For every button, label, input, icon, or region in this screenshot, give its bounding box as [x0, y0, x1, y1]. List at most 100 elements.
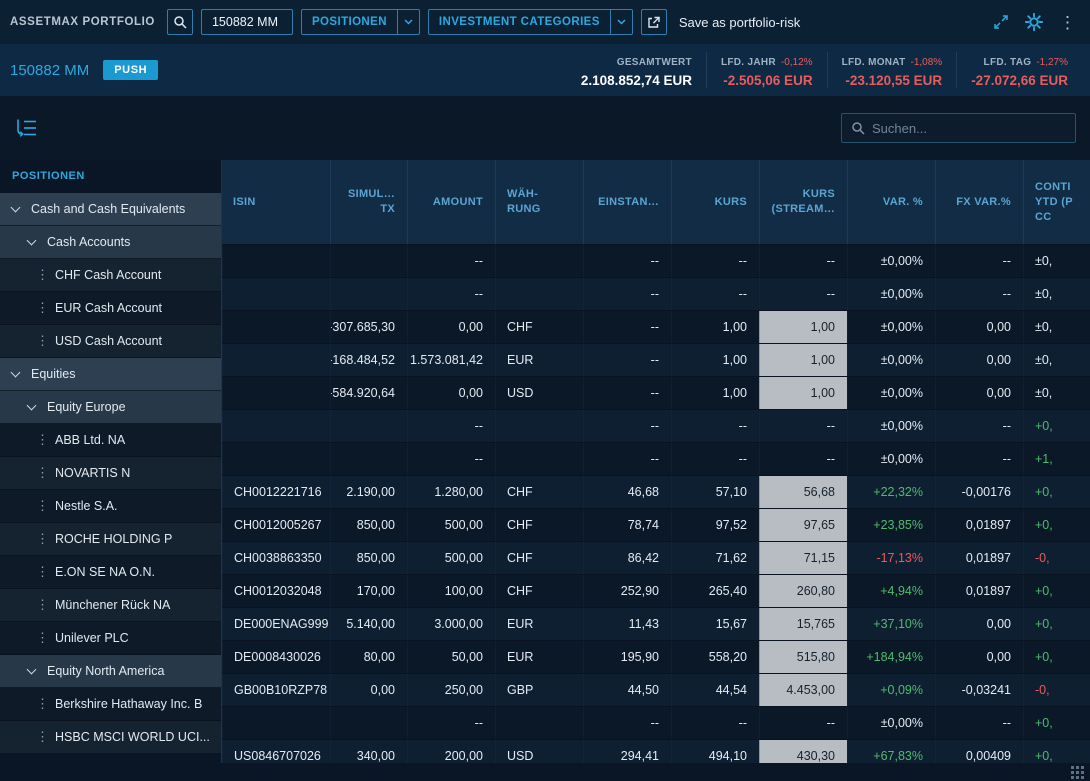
tree-group[interactable]: Equity Europe — [0, 391, 221, 424]
search-input[interactable] — [872, 121, 1066, 136]
cell-einstand: -- — [583, 410, 671, 442]
tree-item[interactable]: ⋮EUR Cash Account — [0, 292, 221, 325]
tree-item[interactable]: ⋮Nestle S.A. — [0, 490, 221, 523]
expand-button[interactable] — [993, 14, 1009, 30]
kebab-icon[interactable]: ⋮ — [36, 564, 43, 580]
column-header-einstand[interactable]: EINSTAN… — [583, 160, 671, 244]
column-header-var[interactable]: VAR. % — [847, 160, 935, 244]
tree-group[interactable]: Equities — [0, 358, 221, 391]
chevron-down-icon[interactable] — [27, 235, 37, 245]
tree-group[interactable]: Cash Accounts — [0, 226, 221, 259]
table-row[interactable]: DE000ENAG9995.140,003.000,00EUR11,4315,6… — [222, 608, 1090, 641]
tree-item[interactable]: ⋮ABB Ltd. NA — [0, 424, 221, 457]
cell-kurs: -- — [671, 410, 759, 442]
portfolio-id: 150882 MM — [10, 62, 89, 79]
tree-item[interactable]: ⋮ CHF Cash Account — [0, 259, 221, 292]
cell-isin — [222, 278, 330, 310]
column-header-ccy[interactable]: WÄH-RUNG — [495, 160, 583, 244]
investment-categories-dropdown[interactable]: INVESTMENT CATEGORIES — [428, 9, 633, 35]
column-header-kurs[interactable]: KURS — [671, 160, 759, 244]
column-header-contrib[interactable]: CONTIYTD (PCC — [1023, 160, 1090, 244]
table-row[interactable]: --------±0,00%--+0, — [222, 707, 1090, 740]
table-row[interactable]: -307.685,300,00CHF--1,001,00±0,00%0,00±0… — [222, 311, 1090, 344]
tree-item[interactable]: ⋮Münchener Rück NA — [0, 589, 221, 622]
tree-item[interactable]: ⋮USD Cash Account — [0, 325, 221, 358]
cell-amount: 500,00 — [407, 509, 495, 541]
table-row[interactable]: -168.484,521.573.081,42EUR--1,001,00±0,0… — [222, 344, 1090, 377]
tree-group[interactable]: Equity North America — [0, 655, 221, 688]
kebab-icon[interactable]: ⋮ — [36, 267, 43, 283]
portfolio-input[interactable]: 150882 MM — [201, 9, 293, 35]
tree-menu-button[interactable] — [14, 118, 38, 138]
cell-contrib: +0, — [1023, 608, 1090, 640]
settings-button[interactable] — [1025, 13, 1043, 31]
push-badge[interactable]: PUSH — [103, 60, 158, 80]
chevron-down-icon[interactable] — [27, 400, 37, 410]
positionen-dropdown[interactable]: POSITIONEN — [301, 9, 420, 35]
chevron-down-icon[interactable] — [27, 664, 37, 674]
chevron-down-icon[interactable] — [11, 202, 21, 212]
cell-kurs: 1,00 — [671, 377, 759, 409]
column-header-stream[interactable]: KURS(STREAM… — [759, 160, 847, 244]
resize-grip-icon[interactable] — [1070, 765, 1085, 780]
tree-item-label: CHF Cash Account — [55, 268, 167, 282]
chevron-down-icon — [397, 10, 419, 34]
column-header-isin[interactable]: ISIN — [222, 160, 330, 244]
column-header-simul[interactable]: SIMUL…TX — [330, 160, 407, 244]
cell-simul — [330, 410, 407, 442]
tree-group[interactable]: Cash and Cash Equivalents — [0, 193, 221, 226]
chevron-down-icon[interactable] — [11, 367, 21, 377]
metric-label: LFD. TAG — [984, 57, 1032, 68]
table-row[interactable]: CH00122217162.190,001.280,00CHF46,6857,1… — [222, 476, 1090, 509]
table-row[interactable]: --------±0,00%--+1, — [222, 443, 1090, 476]
tree-item[interactable]: ⋮Berkshire Hathaway Inc. B — [0, 688, 221, 721]
kebab-icon[interactable]: ⋮ — [36, 531, 43, 547]
cell-isin: CH0038863350 — [222, 542, 330, 574]
table-row[interactable]: --------±0,00%--±0, — [222, 245, 1090, 278]
cell-isin: CH0012221716 — [222, 476, 330, 508]
table-row[interactable]: CH0012032048170,00100,00CHF252,90265,402… — [222, 575, 1090, 608]
cell-isin: DE0008430026 — [222, 641, 330, 673]
table-row[interactable]: CH0012005267850,00500,00CHF78,7497,5297,… — [222, 509, 1090, 542]
table-row[interactable]: GB00B10RZP780,00250,00GBP44,5044,544.453… — [222, 674, 1090, 707]
column-header-amount[interactable]: AMOUNT — [407, 160, 495, 244]
vertical-ellipsis-icon: ⋮ — [1059, 14, 1076, 31]
cell-amount: -- — [407, 443, 495, 475]
cell-stream: 1,00 — [759, 344, 847, 376]
cell-kurs: -- — [671, 245, 759, 277]
metric-percent: -0,12% — [781, 57, 813, 68]
kebab-icon[interactable]: ⋮ — [36, 597, 43, 613]
table-row[interactable]: CH0038863350850,00500,00CHF86,4271,6271,… — [222, 542, 1090, 575]
kebab-icon[interactable]: ⋮ — [36, 630, 43, 646]
kebab-icon[interactable]: ⋮ — [36, 432, 43, 448]
cell-isin: CH0012005267 — [222, 509, 330, 541]
cell-stream: -- — [759, 707, 847, 739]
table-row[interactable]: DE000843002680,0050,00EUR195,90558,20515… — [222, 641, 1090, 674]
open-external-button[interactable] — [641, 9, 667, 35]
tree-item[interactable]: ⋮NOVARTIS N — [0, 457, 221, 490]
tree-item-label: ROCHE HOLDING P — [55, 532, 178, 546]
table-row[interactable]: --------±0,00%--+0, — [222, 410, 1090, 443]
kebab-icon[interactable]: ⋮ — [36, 498, 43, 514]
kebab-icon[interactable]: ⋮ — [36, 696, 43, 712]
cell-fx: 0,00 — [935, 344, 1023, 376]
more-menu-button[interactable]: ⋮ — [1059, 14, 1076, 31]
cell-kurs: 1,00 — [671, 344, 759, 376]
tree-item[interactable]: ⋮Unilever PLC — [0, 622, 221, 655]
kebab-icon[interactable]: ⋮ — [36, 300, 43, 316]
kebab-icon[interactable]: ⋮ — [36, 465, 43, 481]
portfolio-search-button[interactable] — [167, 9, 193, 35]
column-header-fx[interactable]: FX VAR.% — [935, 160, 1023, 244]
tree-item[interactable]: ⋮HSBC MSCI WORLD UCI... — [0, 721, 221, 754]
kebab-icon[interactable]: ⋮ — [36, 729, 43, 745]
cell-simul — [330, 245, 407, 277]
table-toolbar — [0, 96, 1090, 160]
tree-item[interactable]: ⋮E.ON SE NA O.N. — [0, 556, 221, 589]
cell-contrib: ±0, — [1023, 344, 1090, 376]
metric-percent: -1,27% — [1036, 57, 1068, 68]
cell-amount: 250,00 — [407, 674, 495, 706]
kebab-icon[interactable]: ⋮ — [36, 333, 43, 349]
tree-item[interactable]: ⋮ ROCHE HOLDING P — [0, 523, 221, 556]
table-row[interactable]: -584.920,640,00USD--1,001,00±0,00%0,00±0… — [222, 377, 1090, 410]
table-row[interactable]: --------±0,00%--±0, — [222, 278, 1090, 311]
